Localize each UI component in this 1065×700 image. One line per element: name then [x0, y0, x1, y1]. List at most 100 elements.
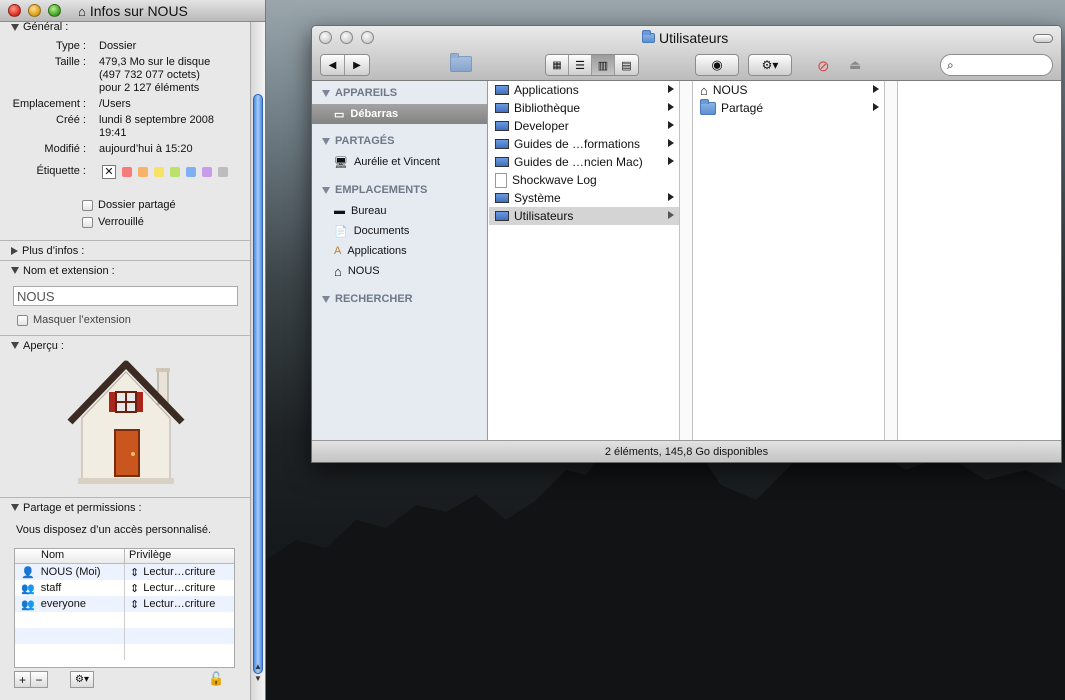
new-folder-button[interactable] — [450, 53, 472, 72]
columns-icon: ▥ — [597, 59, 609, 72]
list-item[interactable]: Applications — [489, 81, 679, 99]
sidebar-item-bureau[interactable]: ▬ Bureau — [312, 201, 487, 221]
table-row[interactable]: 👥 everyone ⇕ Lectur…criture — [15, 596, 234, 612]
disclosure-down-icon[interactable] — [322, 89, 330, 97]
shared-folder-checkbox[interactable]: Dossier partagé — [82, 199, 176, 211]
forward-arrow-icon: ▶ — [353, 59, 361, 71]
system-folder-icon — [495, 193, 509, 203]
name-field[interactable]: NOUS — [13, 286, 238, 306]
close-button[interactable] — [8, 4, 21, 17]
label-color-gray[interactable] — [218, 167, 228, 177]
zoom-button[interactable] — [361, 31, 374, 44]
list-item[interactable]: Système — [489, 189, 679, 207]
list-item[interactable]: Shockwave Log — [489, 171, 679, 189]
close-button[interactable] — [319, 31, 332, 44]
sidebar-section-shared[interactable]: PARTAGÉS — [322, 135, 395, 147]
column-header-privilege[interactable]: Privilège — [125, 549, 171, 563]
label-color-blue[interactable] — [186, 167, 196, 177]
label-none-button[interactable]: ✕ — [102, 165, 116, 179]
list-item[interactable]: Developer — [489, 117, 679, 135]
disclosure-down-icon[interactable] — [322, 295, 330, 303]
list-item[interactable]: Partagé — [694, 98, 884, 117]
sidebar-section-devices[interactable]: APPAREILS — [322, 87, 397, 99]
chevron-right-icon — [873, 85, 879, 93]
sidebar-item-aurelie-vincent[interactable]: 🖥 Aurélie et Vincent — [312, 152, 487, 172]
column-resize-handle[interactable] — [680, 81, 693, 441]
row-name: NOUS (Moi) — [40, 566, 101, 578]
column-resize-handle[interactable] — [885, 81, 898, 441]
action-menu-button[interactable]: ⚙▾ — [748, 54, 792, 76]
finder-toolbar[interactable]: Utilisateurs ◀ ▶ ▦ ☰ ▥ ▤ ◉ ⚙▾ ⊘ ⏏ ⌕ — [312, 26, 1061, 81]
list-item-selected[interactable]: Utilisateurs — [489, 207, 679, 225]
label-color-green[interactable] — [170, 167, 180, 177]
computer-icon: 🖥 — [334, 156, 348, 169]
disclosure-down-icon[interactable] — [11, 504, 19, 511]
remove-button[interactable]: − — [31, 671, 48, 688]
label-color-red[interactable] — [122, 167, 132, 177]
table-row[interactable]: 👥 staff ⇕ Lectur…criture — [15, 580, 234, 596]
disclosure-down-icon[interactable] — [11, 23, 19, 31]
sidebar-item-debarras[interactable]: ▭ Débarras — [312, 104, 487, 124]
sidebar-item-label: Documents — [353, 225, 410, 237]
checkbox-box[interactable] — [82, 216, 93, 228]
disclosure-right-icon[interactable] — [11, 246, 18, 255]
updown-icon[interactable]: ⇕ — [130, 598, 139, 611]
toolbar-toggle-button[interactable] — [1033, 34, 1053, 43]
column-view-button[interactable]: ▥ — [592, 55, 615, 75]
list-item[interactable]: Bibliothèque — [489, 99, 679, 117]
section-general[interactable]: Général : — [0, 17, 251, 37]
eject-icon[interactable]: ⏏ — [849, 57, 861, 73]
sidebar-item-applications[interactable]: Α Applications — [312, 241, 487, 261]
scroll-up-arrow[interactable]: ▲ — [254, 662, 262, 671]
list-item[interactable]: Guides de …ncien Mac) — [489, 153, 679, 171]
row-privilege[interactable]: Lectur…criture — [143, 582, 215, 594]
updown-icon[interactable]: ⇕ — [130, 582, 139, 595]
disclosure-down-icon[interactable] — [322, 186, 330, 194]
table-row[interactable]: 👤 NOUS (Moi) ⇕ Lectur…criture — [15, 564, 234, 580]
sidebar-section-places[interactable]: EMPLACEMENTS — [322, 184, 427, 196]
group-icon: 👥 — [21, 582, 35, 595]
icon-view-button[interactable]: ▦ — [546, 55, 569, 75]
column-header-name[interactable]: Nom — [15, 549, 125, 563]
scroll-down-arrow[interactable]: ▼ — [254, 674, 262, 683]
locked-checkbox[interactable]: Verrouillé — [82, 216, 144, 228]
search-input[interactable]: ⌕ — [940, 54, 1053, 76]
sidebar-item-nous[interactable]: ⌂ NOUS — [312, 261, 487, 281]
zoom-button[interactable] — [48, 4, 61, 17]
checkbox-box[interactable] — [82, 199, 93, 211]
list-view-button[interactable]: ☰ — [569, 55, 592, 75]
checkbox-box[interactable] — [17, 314, 28, 326]
lock-icon[interactable]: 🔓 — [208, 671, 224, 688]
delete-icon[interactable]: ⊘ — [817, 57, 830, 75]
label-color-orange[interactable] — [138, 167, 148, 177]
disclosure-down-icon[interactable] — [322, 137, 330, 145]
scrollbar-thumb[interactable] — [253, 94, 263, 674]
disclosure-down-icon[interactable] — [11, 342, 19, 349]
list-item[interactable]: ⌂ NOUS — [694, 81, 884, 99]
section-name-extension[interactable]: Nom et extension : — [0, 260, 251, 280]
sidebar-section-search[interactable]: RECHERCHER — [322, 293, 413, 305]
label-color-purple[interactable] — [202, 167, 212, 177]
section-preview[interactable]: Aperçu : — [0, 335, 251, 355]
status-bar: 2 éléments, 145,8 Go disponibles — [312, 440, 1061, 462]
list-item[interactable]: Guides de …formations — [489, 135, 679, 153]
updown-icon[interactable]: ⇕ — [130, 566, 139, 579]
forward-button[interactable]: ▶ — [345, 55, 369, 75]
grid-icon: ▦ — [552, 59, 562, 71]
coverflow-view-button[interactable]: ▤ — [615, 55, 638, 75]
minimize-button[interactable] — [340, 31, 353, 44]
vertical-scrollbar[interactable]: ▲ ▼ — [250, 22, 265, 700]
sidebar-item-documents[interactable]: 📄 Documents — [312, 221, 487, 241]
quick-look-button[interactable]: ◉ — [695, 54, 739, 76]
disclosure-down-icon[interactable] — [11, 267, 19, 274]
action-gear-button[interactable]: ⚙▾ — [70, 671, 94, 688]
row-privilege[interactable]: Lectur…criture — [143, 566, 215, 578]
section-sharing[interactable]: Partage et permissions : — [0, 497, 251, 517]
back-button[interactable]: ◀ — [321, 55, 345, 75]
hide-extension-checkbox[interactable]: Masquer l’extension — [17, 314, 131, 326]
label-color-yellow[interactable] — [154, 167, 164, 177]
section-more-info[interactable]: Plus d’infos : — [0, 240, 251, 260]
add-button[interactable]: + — [14, 671, 31, 688]
minimize-button[interactable] — [28, 4, 41, 17]
row-privilege[interactable]: Lectur…criture — [143, 598, 215, 610]
